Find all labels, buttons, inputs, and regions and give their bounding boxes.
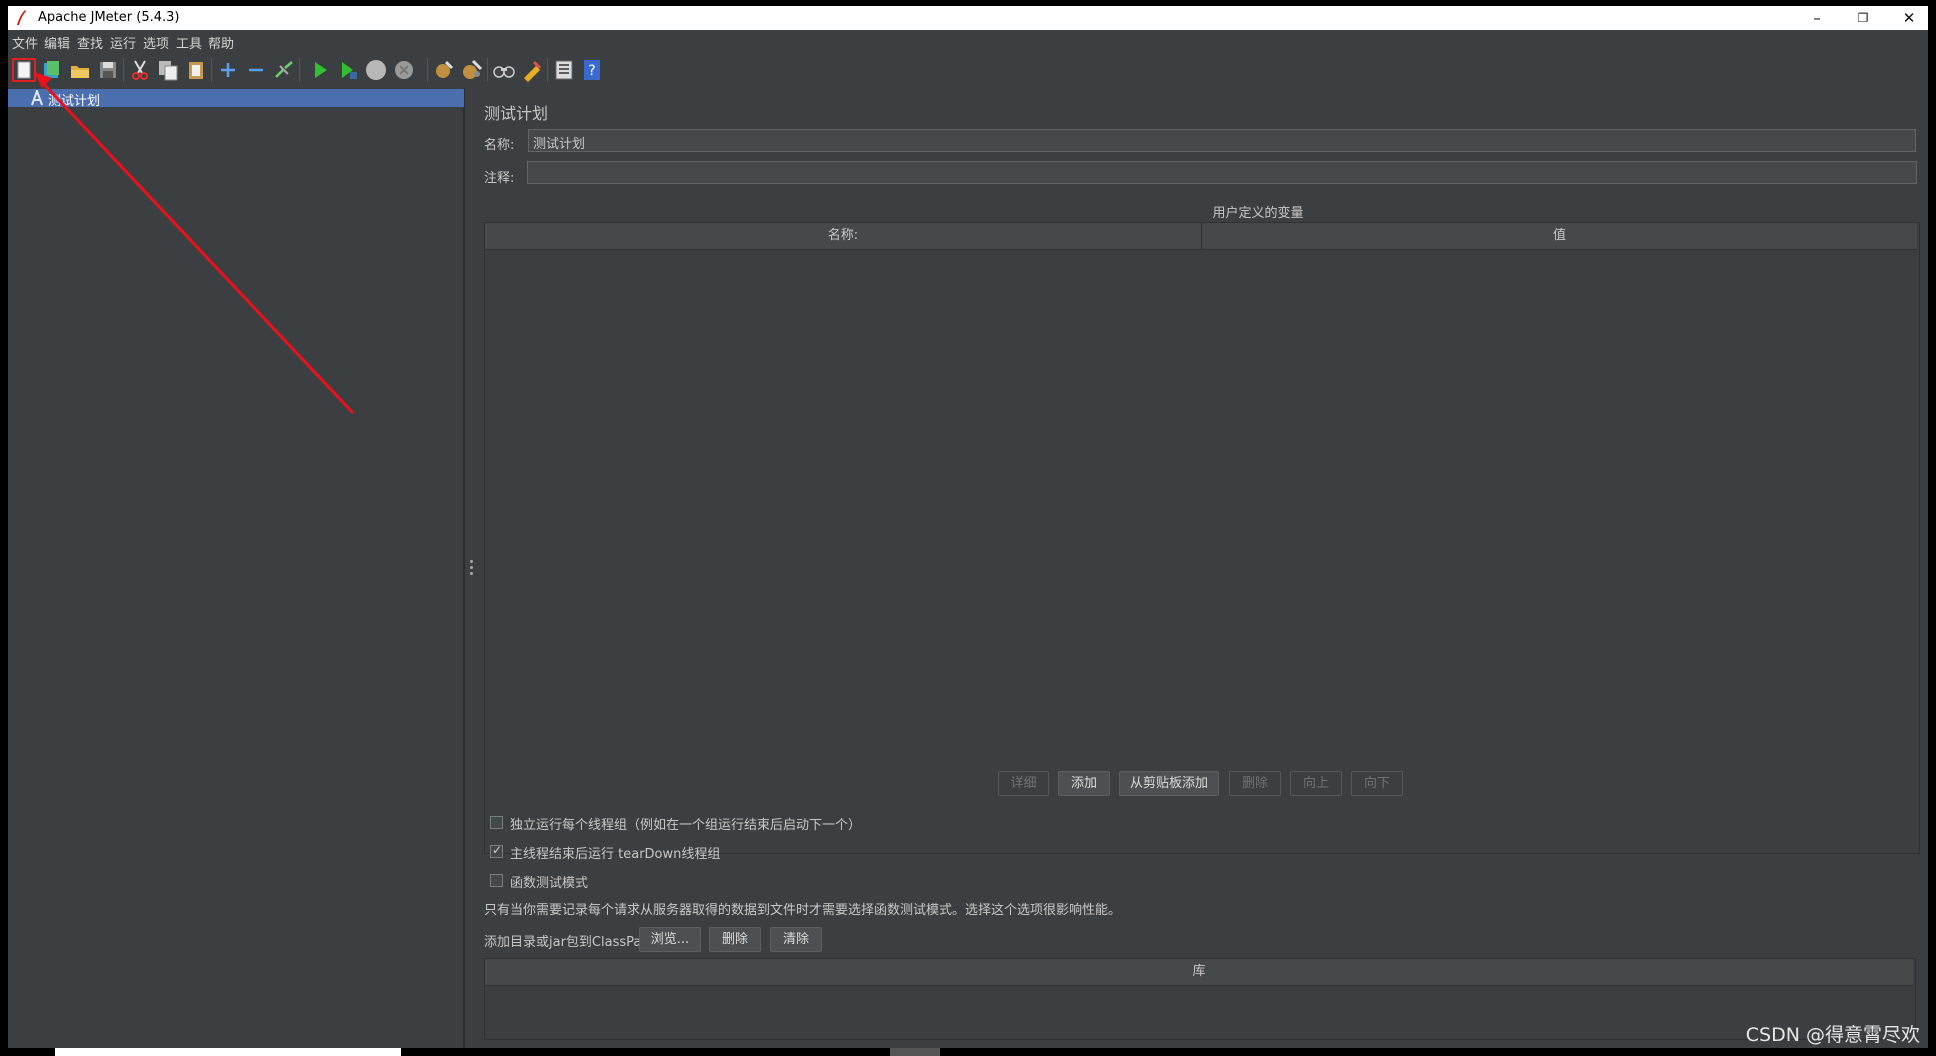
delete-classpath-button[interactable]: 删除 <box>709 927 761 952</box>
paste-icon[interactable] <box>184 58 208 82</box>
serialize-threadgroups-label: 独立运行每个线程组（例如在一个组运行结束后启动下一个） <box>510 818 862 833</box>
menu-tools[interactable]: 工具 <box>176 33 202 52</box>
toolbar-separator <box>487 58 488 82</box>
toggle-icon[interactable] <box>272 58 296 82</box>
jmeter-feather-icon <box>17 10 26 25</box>
toolbar-separator <box>123 58 124 82</box>
panel-heading: 测试计划 <box>484 104 549 123</box>
split-pane-divider[interactable] <box>464 88 476 1048</box>
toolbar: ? <box>8 52 1928 88</box>
grip-dot <box>470 566 473 569</box>
menu-run[interactable]: 运行 <box>110 33 136 52</box>
start-icon[interactable] <box>308 58 332 82</box>
add-from-clipboard-button[interactable]: 从剪贴板添加 <box>1119 771 1219 796</box>
toolbar-separator <box>211 58 212 82</box>
variables-title: 用户定义的变量 <box>1212 206 1304 221</box>
minimize-button[interactable]: – <box>1794 6 1840 30</box>
taskbar-strip <box>55 1048 401 1056</box>
functional-mode-label: 函数测试模式 <box>510 876 589 891</box>
clear-classpath-button[interactable]: 清除 <box>770 927 822 952</box>
toolbar-separator <box>299 58 300 82</box>
checkmark-icon: ✓ <box>492 843 503 857</box>
teardown-label: 主线程结束后运行 tearDown线程组 <box>510 847 721 862</box>
copy-icon[interactable] <box>156 58 180 82</box>
browse-button[interactable]: 浏览... <box>639 927 701 952</box>
detail-button[interactable]: 详细 <box>998 771 1049 796</box>
clear-icon[interactable] <box>432 58 456 82</box>
cut-icon[interactable] <box>128 58 152 82</box>
start-no-pause-icon[interactable] <box>336 58 360 82</box>
clear-all-icon[interactable] <box>460 58 484 82</box>
tree-node-test-plan[interactable]: 测试计划 <box>8 89 464 109</box>
test-plan-icon <box>31 90 43 106</box>
menu-help[interactable]: 帮助 <box>208 33 234 52</box>
menu-options[interactable]: 选项 <box>143 33 169 52</box>
window-title: Apache JMeter (5.4.3) <box>38 10 180 25</box>
serialize-threadgroups-checkbox[interactable] <box>490 816 503 829</box>
search-icon[interactable] <box>492 58 516 82</box>
menu-file[interactable]: 文件 <box>12 33 38 52</box>
column-header-name[interactable]: 名称: <box>485 223 1202 249</box>
reset-search-icon[interactable] <box>520 58 544 82</box>
help-icon[interactable]: ? <box>580 58 604 82</box>
shutdown-icon[interactable] <box>392 58 416 82</box>
menu-bar: 文件 编辑 查找 运行 选项 工具 帮助 <box>8 30 1928 52</box>
delete-variable-button[interactable]: 删除 <box>1229 771 1281 796</box>
name-input[interactable]: 测试计划 <box>528 129 1916 152</box>
library-table[interactable]: 库 <box>484 958 1916 1040</box>
taskbar-strip <box>890 1048 940 1056</box>
toolbar-separator <box>427 58 428 82</box>
tree-node-label: 测试计划 <box>48 94 101 109</box>
library-table-header: 库 <box>485 959 1913 986</box>
function-helper-icon[interactable] <box>552 58 576 82</box>
column-header-value[interactable]: 值 <box>1202 223 1917 249</box>
grip-dot <box>470 572 473 575</box>
test-plan-panel: 测试计划 名称: 测试计划 注释: 用户定义的变量 名称: 值 详细 添加 从剪… <box>476 88 1928 1048</box>
variables-table[interactable]: 名称: 值 <box>484 222 1920 854</box>
title-bar: Apache JMeter (5.4.3) – ❐ ✕ <box>8 6 1928 30</box>
open-icon[interactable] <box>68 58 92 82</box>
grip-dot <box>470 560 473 563</box>
new-icon[interactable] <box>12 58 36 82</box>
stop-icon[interactable] <box>364 58 388 82</box>
test-plan-tree: 测试计划 <box>8 88 464 1048</box>
close-button[interactable]: ✕ <box>1886 6 1932 30</box>
comment-input[interactable] <box>527 161 1917 184</box>
collapse-icon[interactable] <box>244 58 268 82</box>
restore-button[interactable]: ❐ <box>1840 6 1886 30</box>
name-label: 名称: <box>484 138 515 153</box>
watermark: CSDN @得意霄尽欢 <box>1745 1024 1920 1046</box>
comment-label: 注释: <box>484 171 515 186</box>
add-button[interactable]: 添加 <box>1058 771 1110 796</box>
column-header-library[interactable]: 库 <box>485 959 1913 985</box>
variables-table-header: 名称: 值 <box>485 223 1917 250</box>
svg-text:?: ? <box>588 63 595 79</box>
teardown-checkbox[interactable]: ✓ <box>490 843 503 858</box>
toolbar-separator <box>547 58 548 82</box>
menu-search[interactable]: 查找 <box>77 33 103 52</box>
expand-icon[interactable] <box>216 58 240 82</box>
functional-mode-checkbox[interactable] <box>490 874 503 887</box>
classpath-label: 添加目录或jar包到ClassPath <box>484 935 655 950</box>
save-icon[interactable] <box>96 58 120 82</box>
functional-mode-note: 只有当你需要记录每个请求从服务器取得的数据到文件时才需要选择函数测试模式。选择这… <box>484 903 1122 918</box>
move-up-button[interactable]: 向上 <box>1290 771 1342 796</box>
menu-edit[interactable]: 编辑 <box>44 33 70 52</box>
templates-icon[interactable] <box>40 58 64 82</box>
move-down-button[interactable]: 向下 <box>1351 771 1403 796</box>
